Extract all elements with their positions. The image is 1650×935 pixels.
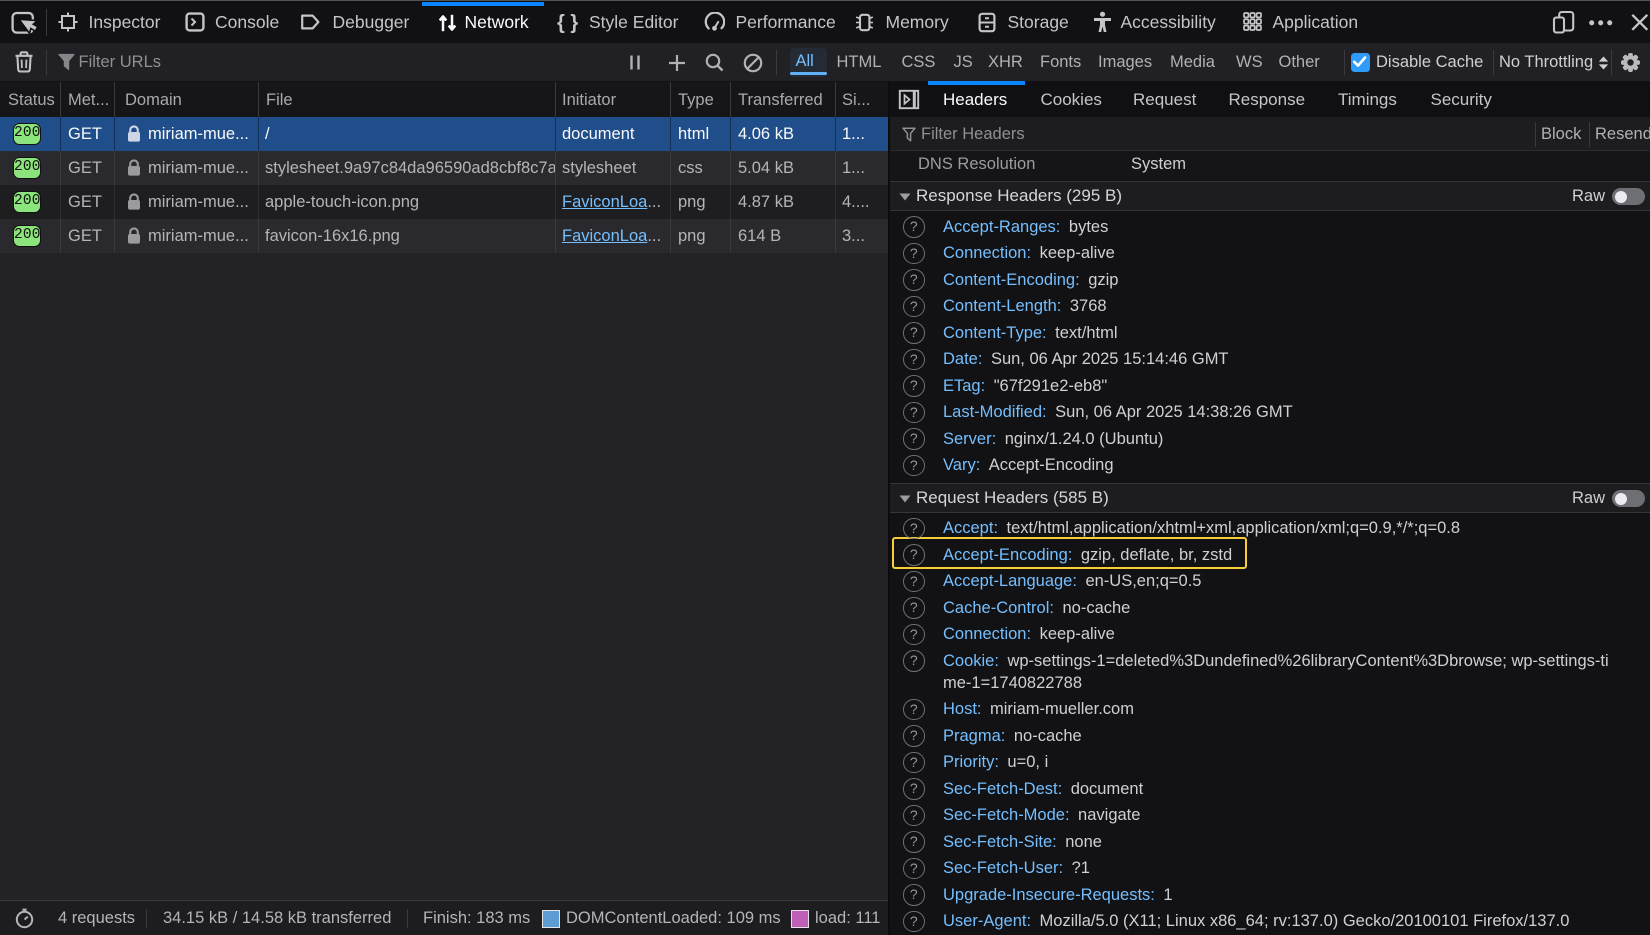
svg-text:{ }: { } bbox=[557, 12, 578, 34]
